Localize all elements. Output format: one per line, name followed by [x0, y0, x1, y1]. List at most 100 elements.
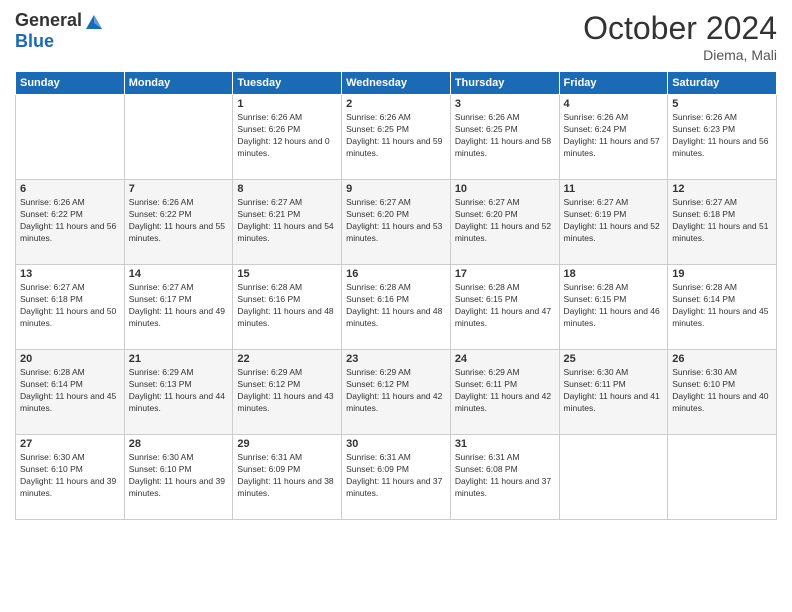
- sunrise-text: Sunrise: 6:27 AM: [129, 282, 194, 292]
- sunrise-text: Sunrise: 6:30 AM: [564, 367, 629, 377]
- day-info: Sunrise: 6:29 AM Sunset: 6:12 PM Dayligh…: [346, 367, 446, 415]
- daylight-text: Daylight: 11 hours and 41 minutes.: [564, 391, 660, 413]
- day-number: 24: [455, 353, 555, 365]
- sunset-text: Sunset: 6:15 PM: [455, 294, 518, 304]
- daylight-text: Daylight: 11 hours and 52 minutes.: [564, 221, 660, 243]
- sunrise-text: Sunrise: 6:28 AM: [346, 282, 411, 292]
- calendar-day-cell: 17 Sunrise: 6:28 AM Sunset: 6:15 PM Dayl…: [450, 265, 559, 350]
- day-info: Sunrise: 6:31 AM Sunset: 6:08 PM Dayligh…: [455, 452, 555, 500]
- sunset-text: Sunset: 6:18 PM: [672, 209, 735, 219]
- sunset-text: Sunset: 6:12 PM: [346, 379, 409, 389]
- day-number: 19: [672, 268, 772, 280]
- daylight-text: Daylight: 11 hours and 37 minutes.: [455, 476, 551, 498]
- daylight-text: Daylight: 11 hours and 46 minutes.: [564, 306, 660, 328]
- day-of-week-header: Saturday: [668, 72, 777, 95]
- day-number: 23: [346, 353, 446, 365]
- daylight-text: Daylight: 11 hours and 47 minutes.: [455, 306, 551, 328]
- day-number: 6: [20, 183, 120, 195]
- day-of-week-header: Tuesday: [233, 72, 342, 95]
- calendar-day-cell: [124, 95, 233, 180]
- calendar-day-cell: 21 Sunrise: 6:29 AM Sunset: 6:13 PM Dayl…: [124, 350, 233, 435]
- calendar-day-cell: 10 Sunrise: 6:27 AM Sunset: 6:20 PM Dayl…: [450, 180, 559, 265]
- day-number: 11: [564, 183, 664, 195]
- day-of-week-header: Friday: [559, 72, 668, 95]
- calendar-day-cell: 24 Sunrise: 6:29 AM Sunset: 6:11 PM Dayl…: [450, 350, 559, 435]
- day-info: Sunrise: 6:28 AM Sunset: 6:14 PM Dayligh…: [20, 367, 120, 415]
- day-info: Sunrise: 6:29 AM Sunset: 6:11 PM Dayligh…: [455, 367, 555, 415]
- day-info: Sunrise: 6:29 AM Sunset: 6:13 PM Dayligh…: [129, 367, 229, 415]
- day-info: Sunrise: 6:30 AM Sunset: 6:11 PM Dayligh…: [564, 367, 664, 415]
- day-info: Sunrise: 6:26 AM Sunset: 6:24 PM Dayligh…: [564, 112, 664, 160]
- sunset-text: Sunset: 6:10 PM: [672, 379, 735, 389]
- sunset-text: Sunset: 6:25 PM: [346, 124, 409, 134]
- sunset-text: Sunset: 6:10 PM: [20, 464, 83, 474]
- logo: General Blue: [15, 10, 104, 52]
- daylight-text: Daylight: 11 hours and 50 minutes.: [20, 306, 116, 328]
- logo-general-text: General: [15, 10, 82, 31]
- calendar-day-cell: 7 Sunrise: 6:26 AM Sunset: 6:22 PM Dayli…: [124, 180, 233, 265]
- sunset-text: Sunset: 6:26 PM: [237, 124, 300, 134]
- calendar-day-cell: 25 Sunrise: 6:30 AM Sunset: 6:11 PM Dayl…: [559, 350, 668, 435]
- sunrise-text: Sunrise: 6:27 AM: [20, 282, 85, 292]
- calendar-day-cell: 23 Sunrise: 6:29 AM Sunset: 6:12 PM Dayl…: [342, 350, 451, 435]
- day-info: Sunrise: 6:28 AM Sunset: 6:16 PM Dayligh…: [346, 282, 446, 330]
- sunset-text: Sunset: 6:16 PM: [237, 294, 300, 304]
- daylight-text: Daylight: 11 hours and 48 minutes.: [237, 306, 333, 328]
- logo-icon: [84, 11, 104, 31]
- day-info: Sunrise: 6:31 AM Sunset: 6:09 PM Dayligh…: [237, 452, 337, 500]
- day-number: 8: [237, 183, 337, 195]
- day-info: Sunrise: 6:27 AM Sunset: 6:21 PM Dayligh…: [237, 197, 337, 245]
- calendar-day-cell: 8 Sunrise: 6:27 AM Sunset: 6:21 PM Dayli…: [233, 180, 342, 265]
- daylight-text: Daylight: 11 hours and 56 minutes.: [672, 136, 768, 158]
- day-info: Sunrise: 6:26 AM Sunset: 6:25 PM Dayligh…: [455, 112, 555, 160]
- calendar-week-row: 20 Sunrise: 6:28 AM Sunset: 6:14 PM Dayl…: [16, 350, 777, 435]
- daylight-text: Daylight: 11 hours and 57 minutes.: [564, 136, 660, 158]
- day-info: Sunrise: 6:26 AM Sunset: 6:23 PM Dayligh…: [672, 112, 772, 160]
- day-of-week-header: Sunday: [16, 72, 125, 95]
- calendar-day-cell: 14 Sunrise: 6:27 AM Sunset: 6:17 PM Dayl…: [124, 265, 233, 350]
- sunset-text: Sunset: 6:21 PM: [237, 209, 300, 219]
- sunrise-text: Sunrise: 6:29 AM: [455, 367, 520, 377]
- daylight-text: Daylight: 11 hours and 42 minutes.: [346, 391, 442, 413]
- sunrise-text: Sunrise: 6:27 AM: [346, 197, 411, 207]
- day-number: 28: [129, 438, 229, 450]
- daylight-text: Daylight: 11 hours and 39 minutes.: [20, 476, 116, 498]
- calendar-week-row: 27 Sunrise: 6:30 AM Sunset: 6:10 PM Dayl…: [16, 435, 777, 520]
- sunrise-text: Sunrise: 6:26 AM: [20, 197, 85, 207]
- sunset-text: Sunset: 6:24 PM: [564, 124, 627, 134]
- calendar-day-cell: [668, 435, 777, 520]
- calendar-day-cell: 19 Sunrise: 6:28 AM Sunset: 6:14 PM Dayl…: [668, 265, 777, 350]
- day-number: 13: [20, 268, 120, 280]
- sunset-text: Sunset: 6:09 PM: [346, 464, 409, 474]
- sunrise-text: Sunrise: 6:26 AM: [564, 112, 629, 122]
- day-number: 16: [346, 268, 446, 280]
- day-number: 7: [129, 183, 229, 195]
- page-container: General Blue October 2024 Diema, Mali Su…: [0, 0, 792, 612]
- sunset-text: Sunset: 6:18 PM: [20, 294, 83, 304]
- day-number: 2: [346, 98, 446, 110]
- sunset-text: Sunset: 6:20 PM: [455, 209, 518, 219]
- sunrise-text: Sunrise: 6:26 AM: [237, 112, 302, 122]
- calendar-day-cell: [559, 435, 668, 520]
- calendar-day-cell: 15 Sunrise: 6:28 AM Sunset: 6:16 PM Dayl…: [233, 265, 342, 350]
- day-of-week-header: Monday: [124, 72, 233, 95]
- day-number: 31: [455, 438, 555, 450]
- daylight-text: Daylight: 11 hours and 51 minutes.: [672, 221, 768, 243]
- sunset-text: Sunset: 6:19 PM: [564, 209, 627, 219]
- day-number: 18: [564, 268, 664, 280]
- calendar-day-cell: 28 Sunrise: 6:30 AM Sunset: 6:10 PM Dayl…: [124, 435, 233, 520]
- day-info: Sunrise: 6:26 AM Sunset: 6:25 PM Dayligh…: [346, 112, 446, 160]
- daylight-text: Daylight: 11 hours and 37 minutes.: [346, 476, 442, 498]
- daylight-text: Daylight: 11 hours and 53 minutes.: [346, 221, 442, 243]
- calendar-day-cell: 30 Sunrise: 6:31 AM Sunset: 6:09 PM Dayl…: [342, 435, 451, 520]
- sunrise-text: Sunrise: 6:28 AM: [237, 282, 302, 292]
- day-number: 30: [346, 438, 446, 450]
- day-info: Sunrise: 6:27 AM Sunset: 6:19 PM Dayligh…: [564, 197, 664, 245]
- sunset-text: Sunset: 6:17 PM: [129, 294, 192, 304]
- day-info: Sunrise: 6:27 AM Sunset: 6:17 PM Dayligh…: [129, 282, 229, 330]
- day-number: 26: [672, 353, 772, 365]
- header: General Blue October 2024 Diema, Mali: [15, 10, 777, 63]
- sunset-text: Sunset: 6:12 PM: [237, 379, 300, 389]
- calendar-day-cell: [16, 95, 125, 180]
- day-info: Sunrise: 6:26 AM Sunset: 6:22 PM Dayligh…: [20, 197, 120, 245]
